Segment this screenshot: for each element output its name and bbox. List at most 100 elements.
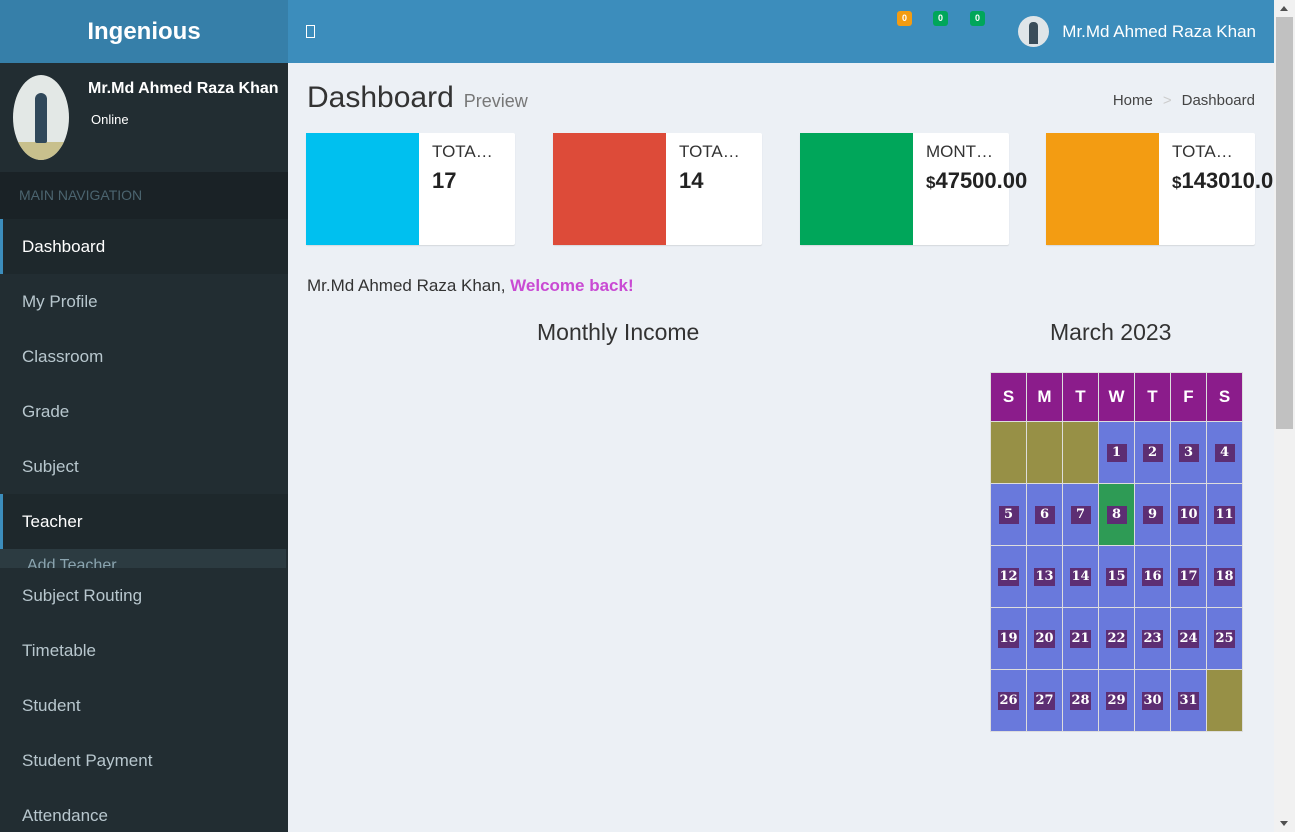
sidebar-toggle-icon[interactable] (306, 22, 320, 40)
info-box-monthly[interactable]: MONT… $47500.00 (800, 133, 1027, 245)
task-badge[interactable]: 0 (970, 11, 985, 26)
calendar-day[interactable]: 25 (1206, 607, 1243, 670)
sidebar-item-student[interactable]: Student (0, 678, 288, 733)
notification-badge[interactable]: 0 (897, 11, 912, 26)
calendar-day-number: 24 (1178, 630, 1199, 648)
calendar-day[interactable]: 7 (1062, 483, 1099, 546)
calendar-day[interactable]: 21 (1062, 607, 1099, 670)
calendar-day[interactable]: 5 (990, 483, 1027, 546)
calendar-day[interactable]: 18 (1206, 545, 1243, 608)
calendar-day-number: 23 (1142, 630, 1163, 648)
sidebar-item-student-payment[interactable]: Student Payment (0, 733, 288, 788)
calendar-day[interactable]: 1 (1098, 421, 1135, 484)
calendar-day[interactable]: 2 (1134, 421, 1171, 484)
calendar-day-number: 7 (1070, 506, 1091, 524)
calendar-day[interactable]: 19 (990, 607, 1027, 670)
calendar-day[interactable]: 15 (1098, 545, 1135, 608)
welcome-text: Welcome back! (510, 276, 634, 295)
calendar-day[interactable]: 30 (1134, 669, 1171, 732)
weekday-header: T (1134, 372, 1171, 422)
user-status: Online (91, 112, 129, 127)
sidebar-subitem-add-teacher[interactable]: Add Teacher (0, 549, 286, 568)
calendar-day[interactable]: 3 (1170, 421, 1207, 484)
calendar-week-row: 19 20 21 22 23 24 25 (990, 607, 1243, 670)
scroll-up-icon[interactable] (1280, 6, 1288, 11)
sidebar-item-classroom[interactable]: Classroom (0, 329, 288, 384)
calendar-empty-cell (1062, 421, 1099, 484)
page-title: Dashboard Preview (307, 81, 528, 115)
app-logo[interactable]: Ingenious (0, 0, 288, 63)
calendar-day-number: 25 (1214, 630, 1235, 648)
calendar-day[interactable]: 13 (1026, 545, 1063, 608)
calendar-day[interactable]: 24 (1170, 607, 1207, 670)
calendar-day[interactable]: 12 (990, 545, 1027, 608)
calendar-day[interactable]: 14 (1062, 545, 1099, 608)
calendar-day[interactable]: 20 (1026, 607, 1063, 670)
calendar-day-number: 5 (998, 506, 1019, 524)
calendar-day[interactable]: 4 (1206, 421, 1243, 484)
calendar-day-number: 18 (1214, 568, 1235, 586)
calendar-day-number: 19 (998, 630, 1019, 648)
calendar-day[interactable]: 10 (1170, 483, 1207, 546)
sidebar-item-dashboard[interactable]: Dashboard (0, 219, 288, 274)
breadcrumb-separator: > (1162, 92, 1172, 109)
calendar-weekday-row: S M T W T F S (990, 372, 1243, 422)
sidebar-item-subject[interactable]: Subject (0, 439, 288, 494)
sidebar-item-my-profile[interactable]: My Profile (0, 274, 288, 329)
calendar-day-number: 27 (1034, 692, 1055, 710)
page-scrollbar[interactable] (1274, 0, 1295, 832)
info-box-total-2[interactable]: TOTA… 14 (553, 133, 762, 245)
message-badge[interactable]: 0 (933, 11, 948, 26)
calendar-day[interactable]: 29 (1098, 669, 1135, 732)
weekday-header: F (1170, 372, 1207, 422)
calendar-day[interactable]: 26 (990, 669, 1027, 732)
sidebar-item-teacher[interactable]: Teacher (0, 494, 288, 549)
calendar-day[interactable]: 16 (1134, 545, 1171, 608)
sidebar-item-grade[interactable]: Grade (0, 384, 288, 439)
info-box-value: $143010.0 (1172, 168, 1274, 193)
calendar-day[interactable]: 22 (1098, 607, 1135, 670)
calendar-day[interactable]: 28 (1062, 669, 1099, 732)
calendar-day-number: 1 (1106, 444, 1127, 462)
info-box-value: $47500.00 (926, 168, 1028, 193)
calendar-week-row: 12 13 14 15 16 17 18 (990, 545, 1243, 608)
info-box-value: 14 (679, 168, 704, 193)
calendar-day[interactable]: 27 (1026, 669, 1063, 732)
calendar-day[interactable]: 23 (1134, 607, 1171, 670)
calendar-empty-cell (1206, 669, 1243, 732)
calendar-day-number: 29 (1106, 692, 1127, 710)
calendar-day-number: 15 (1106, 568, 1127, 586)
scroll-down-icon[interactable] (1280, 821, 1288, 826)
avatar (13, 75, 69, 160)
breadcrumb-home[interactable]: Home (1113, 92, 1153, 109)
calendar-day-number: 3 (1178, 444, 1199, 462)
sidebar-item-timetable[interactable]: Timetable (0, 623, 288, 678)
calendar-day[interactable]: 31 (1170, 669, 1207, 732)
info-box-total-3[interactable]: TOTA… $143010.0 (1046, 133, 1273, 245)
calendar-day-number: 26 (998, 692, 1019, 710)
calendar-body: 1 2 3 4 5 6 7 8 9 10 11 12 13 14 15 16 17 18 19 20 21 22 23 24 2… (990, 421, 1243, 732)
info-box-total-1[interactable]: TOTA… 17 (306, 133, 515, 245)
top-navbar: 0 0 0 Mr.Md Ahmed Raza Khan (288, 0, 1274, 63)
calendar-day[interactable]: 8 (1098, 483, 1135, 546)
weekday-header: T (1062, 372, 1099, 422)
weekday-header: S (1206, 372, 1243, 422)
calendar-day[interactable]: 6 (1026, 483, 1063, 546)
calendar-day[interactable]: 11 (1206, 483, 1243, 546)
user-panel: Mr.Md Ahmed Raza Khan Online (0, 63, 288, 172)
calendar-week-row: 5 6 7 8 9 10 11 (990, 483, 1243, 546)
calendar-day-number: 14 (1070, 568, 1091, 586)
sidebar: Mr.Md Ahmed Raza Khan Online MAIN NAVIGA… (0, 63, 288, 832)
page-title-text: Dashboard (307, 81, 454, 114)
scrollbar-thumb[interactable] (1276, 17, 1293, 429)
info-box-label: TOTA… (679, 142, 740, 161)
calendar-day[interactable]: 17 (1170, 545, 1207, 608)
sidebar-item-attendance[interactable]: Attendance (0, 788, 288, 832)
sidebar-item-subject-routing[interactable]: Subject Routing (0, 568, 288, 623)
main-content: Dashboard Preview Home > Dashboard TOTA… 17… (288, 63, 1274, 832)
user-menu[interactable]: Mr.Md Ahmed Raza Khan (1018, 16, 1256, 47)
welcome-message: Mr.Md Ahmed Raza Khan, Welcome back! (307, 276, 634, 296)
calendar-day-number: 6 (1034, 506, 1055, 524)
calendar-day[interactable]: 9 (1134, 483, 1171, 546)
calendar-empty-cell (990, 421, 1027, 484)
